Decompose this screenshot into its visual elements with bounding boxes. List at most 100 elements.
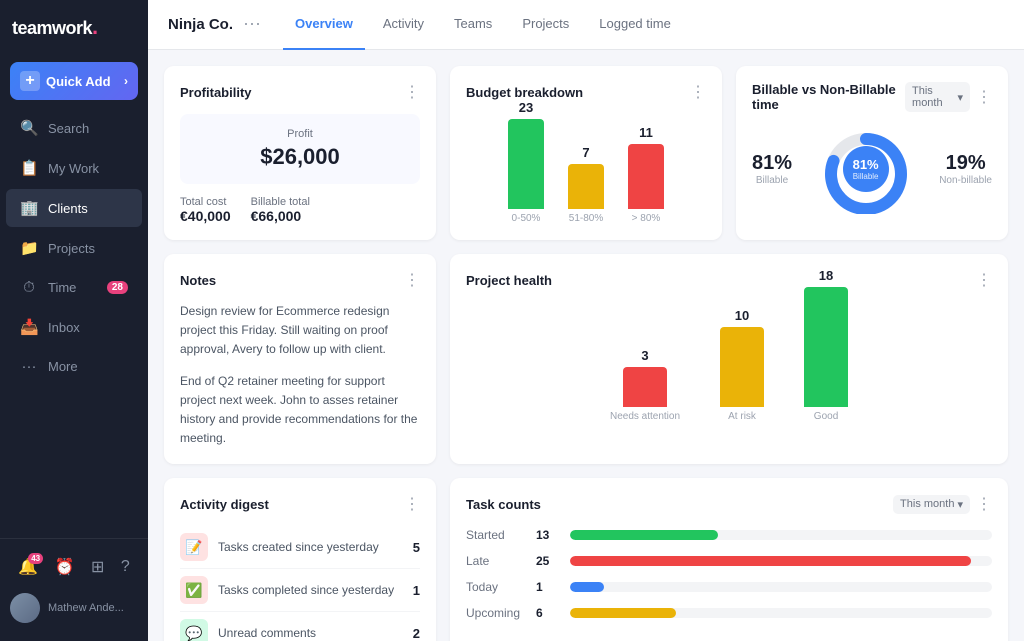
tasks-header: Task counts This month ▾ ⋮ bbox=[466, 494, 992, 514]
sidebar: teamwork. + Quick Add › 🔍 Search 📋 My Wo… bbox=[0, 0, 148, 641]
budget-bar-chart: 23 0-50% 7 51-80% 11 > 80% bbox=[466, 114, 706, 224]
profit-label: Profit bbox=[194, 128, 406, 140]
company-menu-icon[interactable]: ⋯ bbox=[243, 14, 261, 35]
logo-dot: . bbox=[92, 14, 98, 39]
activity-item-icon: 📝 bbox=[180, 533, 208, 561]
total-cost-stat: Total cost €40,000 bbox=[180, 196, 231, 224]
sidebar-bottom: 🔔 43 ⏰ ⊞ ? Mathew Ande... bbox=[0, 538, 148, 641]
chevron-icon: › bbox=[124, 74, 128, 88]
task-bar bbox=[570, 556, 971, 566]
bar-value: 11 bbox=[639, 125, 653, 140]
activity-item-label: Tasks created since yesterday bbox=[218, 540, 403, 554]
inbox-icon: 📥 bbox=[20, 318, 38, 336]
task-bar bbox=[570, 608, 676, 618]
health-bar-value: 18 bbox=[819, 268, 833, 283]
timer-icon[interactable]: ⏰ bbox=[55, 557, 75, 577]
clients-icon: 🏢 bbox=[20, 199, 38, 217]
notes-card: Notes ⋮ Design review for Ecommerce rede… bbox=[164, 254, 436, 464]
billable-period-select[interactable]: This month ▾ bbox=[905, 82, 970, 112]
task-row-count: 6 bbox=[536, 606, 560, 620]
budget-bar-group: 7 51-80% bbox=[568, 145, 604, 224]
billable-total-label: Billable total bbox=[251, 196, 310, 208]
bar-label: 0-50% bbox=[512, 213, 541, 224]
donut-container: 81% Billable 81% Billable 19% bbox=[752, 124, 992, 214]
donut-chart: 81% Billable bbox=[816, 124, 916, 214]
activity-header: Activity digest ⋮ bbox=[180, 494, 420, 514]
content-grid: Profitability ⋮ Profit $26,000 Total cos… bbox=[148, 50, 1024, 641]
task-row-label: Started bbox=[466, 528, 526, 542]
tab-teams[interactable]: Teams bbox=[442, 0, 504, 50]
sidebar-item-clients[interactable]: 🏢 Clients bbox=[6, 189, 142, 227]
activity-item-count: 2 bbox=[413, 626, 420, 641]
sidebar-item-search[interactable]: 🔍 Search bbox=[6, 109, 142, 147]
activity-item: ✅ Tasks completed since yesterday 1 bbox=[180, 569, 420, 612]
task-row-label: Today bbox=[466, 580, 526, 594]
billable-menu-icon[interactable]: ⋮ bbox=[976, 87, 992, 107]
budget-menu-icon[interactable]: ⋮ bbox=[690, 82, 706, 102]
health-bar-value: 3 bbox=[641, 348, 648, 363]
task-row-count: 25 bbox=[536, 554, 560, 568]
activity-item: 💬 Unread comments 2 bbox=[180, 612, 420, 641]
tasks-period-select[interactable]: This month ▾ bbox=[893, 495, 970, 514]
activity-item-icon: 💬 bbox=[180, 619, 208, 641]
activity-item-label: Unread comments bbox=[218, 626, 403, 640]
user-profile[interactable]: Mathew Ande... bbox=[0, 585, 148, 631]
activity-title: Activity digest bbox=[180, 497, 269, 512]
billable-stat-left: 81% Billable bbox=[752, 152, 792, 186]
notes-text: Design review for Ecommerce redesign pro… bbox=[180, 302, 420, 448]
apps-icon[interactable]: ⊞ bbox=[91, 557, 104, 577]
notifications-badge: 43 bbox=[28, 553, 43, 564]
profit-box: Profit $26,000 bbox=[180, 114, 420, 184]
health-bar-chart: 3 Needs attention 10 At risk 18 Good bbox=[466, 302, 992, 422]
avatar bbox=[10, 593, 40, 623]
sidebar-item-mywork[interactable]: 📋 My Work bbox=[6, 149, 142, 187]
notes-para-2: End of Q2 retainer meeting for support p… bbox=[180, 372, 420, 449]
sidebar-item-projects[interactable]: 📁 Projects bbox=[6, 229, 142, 267]
health-title: Project health bbox=[466, 273, 552, 288]
task-bar-wrap bbox=[570, 530, 992, 540]
health-bar-value: 10 bbox=[735, 308, 749, 323]
notes-menu-icon[interactable]: ⋮ bbox=[404, 270, 420, 290]
bar-label: > 80% bbox=[632, 213, 661, 224]
task-row-label: Late bbox=[466, 554, 526, 568]
health-bar bbox=[804, 287, 848, 407]
sidebar-item-inbox[interactable]: 📥 Inbox bbox=[6, 308, 142, 346]
search-icon: 🔍 bbox=[20, 119, 38, 137]
donut-center-value: 81% bbox=[853, 157, 879, 172]
activity-menu-icon[interactable]: ⋮ bbox=[404, 494, 420, 514]
activity-item-count: 1 bbox=[413, 583, 420, 598]
notes-header: Notes ⋮ bbox=[180, 270, 420, 290]
budget-bar-group: 23 0-50% bbox=[508, 100, 544, 224]
projects-icon: 📁 bbox=[20, 239, 38, 257]
bar-value: 7 bbox=[582, 145, 589, 160]
task-row: Upcoming 6 bbox=[466, 606, 992, 620]
tab-projects[interactable]: Projects bbox=[510, 0, 581, 50]
help-icon[interactable]: ? bbox=[121, 558, 130, 576]
work-icon: 📋 bbox=[20, 159, 38, 177]
health-menu-icon[interactable]: ⋮ bbox=[976, 270, 992, 290]
tab-activity[interactable]: Activity bbox=[371, 0, 436, 50]
task-bar bbox=[570, 582, 604, 592]
health-bar-label: Good bbox=[814, 411, 838, 422]
notifications-icon[interactable]: 🔔 43 bbox=[18, 557, 38, 577]
task-row-count: 13 bbox=[536, 528, 560, 542]
tasks-menu-icon[interactable]: ⋮ bbox=[976, 494, 992, 514]
project-health-card: Project health ⋮ 3 Needs attention 10 At… bbox=[450, 254, 1008, 464]
quick-add-button[interactable]: + Quick Add › bbox=[10, 62, 138, 100]
task-row-label: Upcoming bbox=[466, 606, 526, 620]
tab-overview[interactable]: Overview bbox=[283, 0, 365, 50]
sidebar-item-more[interactable]: ··· More bbox=[6, 348, 142, 385]
tasks-card: Task counts This month ▾ ⋮ Started 13 La… bbox=[450, 478, 1008, 641]
non-billable-pct: 19% bbox=[939, 152, 992, 175]
profit-value: $26,000 bbox=[194, 144, 406, 170]
activity-card: Activity digest ⋮ 📝 Tasks created since … bbox=[164, 478, 436, 641]
sidebar-item-time[interactable]: ⏱ Time 28 bbox=[6, 269, 142, 306]
time-icon: ⏱ bbox=[20, 279, 38, 296]
total-cost-label: Total cost bbox=[180, 196, 231, 208]
tab-logged-time[interactable]: Logged time bbox=[587, 0, 683, 50]
main-content: Ninja Co. ⋯ Overview Activity Teams Proj… bbox=[148, 0, 1024, 641]
logo: teamwork. bbox=[0, 0, 148, 54]
task-bar-wrap bbox=[570, 608, 992, 618]
profitability-menu-icon[interactable]: ⋮ bbox=[404, 82, 420, 102]
bar-value: 23 bbox=[519, 100, 533, 115]
